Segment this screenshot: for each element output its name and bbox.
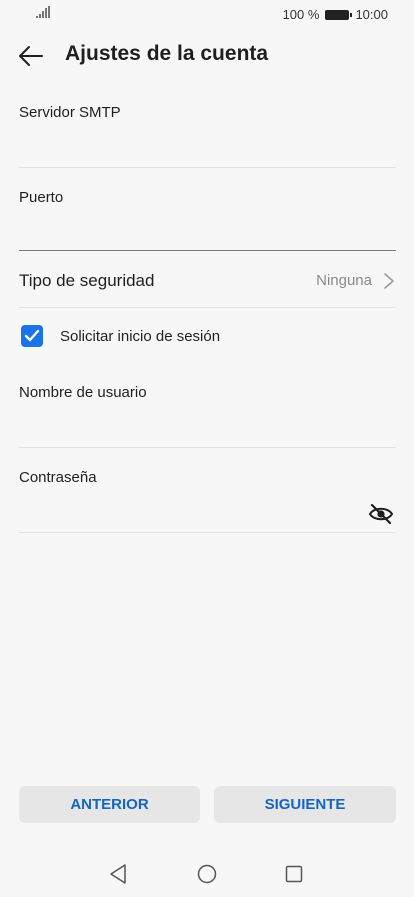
security-type-label: Tipo de seguridad: [19, 271, 155, 290]
divider: [19, 447, 396, 448]
battery-icon: [325, 9, 353, 20]
password-label: Contraseña: [19, 469, 97, 486]
username-input[interactable]: [19, 410, 396, 438]
smtp-server-label: Servidor SMTP: [19, 104, 121, 121]
security-type-value: Ninguna: [316, 272, 372, 289]
back-arrow-icon[interactable]: [18, 44, 44, 68]
eye-off-icon[interactable]: [368, 503, 394, 525]
port-input[interactable]: [19, 216, 396, 244]
app-bar: Ajustes de la cuenta: [0, 30, 414, 82]
login-required-checkbox-row[interactable]: Solicitar inicio de sesión: [19, 322, 396, 352]
login-required-label: Solicitar inicio de sesión: [60, 328, 221, 345]
chevron-right-icon: [384, 273, 394, 289]
status-right: 100 % 10:00: [283, 7, 388, 22]
clock: 10:00: [355, 7, 388, 22]
username-label: Nombre de usuario: [19, 384, 147, 401]
port-label: Puerto: [19, 189, 64, 206]
signal-icon: [36, 6, 50, 18]
divider: [19, 167, 396, 168]
status-bar: 100 % 10:00: [0, 0, 414, 30]
divider: [19, 250, 396, 251]
smtp-server-input[interactable]: [19, 130, 396, 158]
login-required-checkbox[interactable]: [21, 325, 43, 347]
security-type-row[interactable]: Tipo de seguridad Ninguna: [0, 262, 414, 306]
checkmark-icon: [24, 329, 40, 342]
previous-button[interactable]: ANTERIOR: [19, 786, 200, 823]
nav-recent-icon[interactable]: [285, 865, 303, 883]
divider: [19, 532, 396, 533]
page-title: Ajustes de la cuenta: [65, 42, 269, 65]
nav-home-icon[interactable]: [197, 864, 217, 884]
password-input[interactable]: [19, 500, 359, 528]
nav-back-icon[interactable]: [109, 863, 127, 885]
system-nav-bar: [0, 855, 414, 895]
battery-percent: 100 %: [282, 7, 320, 22]
next-button[interactable]: SIGUIENTE: [214, 786, 396, 823]
divider: [19, 307, 396, 308]
